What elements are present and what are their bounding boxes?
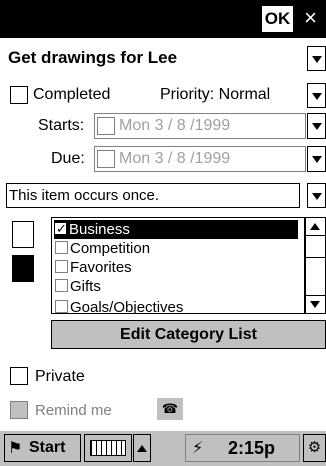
category-label: Goals/Objectives xyxy=(70,299,184,314)
connection-icon[interactable]: ⚡ xyxy=(192,438,203,458)
completed-checkbox[interactable] xyxy=(10,86,28,104)
clock[interactable]: 2:15p xyxy=(228,438,275,459)
due-label: Due: xyxy=(51,150,85,167)
category-item-goals[interactable]: Goals/Objectives xyxy=(55,298,184,314)
recurrence-value: This item occurs once. xyxy=(9,187,160,204)
remind-label: Remind me xyxy=(35,402,112,419)
completed-label: Completed xyxy=(33,86,111,103)
starts-enable-checkbox[interactable] xyxy=(97,117,115,135)
category-label: Business xyxy=(69,221,130,238)
edit-category-list-button[interactable]: Edit Category List xyxy=(51,320,326,349)
due-dropdown-button[interactable] xyxy=(307,146,326,172)
ok-button[interactable]: OK xyxy=(262,6,293,32)
category-list[interactable]: Business Competition Favorites Gifts Goa… xyxy=(51,217,305,314)
keyboard-icon xyxy=(90,440,126,456)
input-menu-arrow-icon[interactable] xyxy=(133,434,151,462)
recurrence-dropdown-button[interactable] xyxy=(307,183,326,208)
starts-dropdown-button[interactable] xyxy=(307,113,326,139)
category-checkbox[interactable] xyxy=(55,300,68,313)
category-item-favorites[interactable]: Favorites xyxy=(55,258,132,277)
category-checkbox[interactable] xyxy=(55,279,68,292)
close-button[interactable]: × xyxy=(296,6,325,32)
scroll-down-icon[interactable] xyxy=(306,295,325,313)
category-item-business[interactable]: Business xyxy=(54,219,298,239)
priority-dropdown-button[interactable] xyxy=(307,83,326,108)
private-label: Private xyxy=(35,368,85,385)
private-checkbox[interactable] xyxy=(10,367,28,385)
subject-dropdown-button[interactable] xyxy=(307,46,326,71)
category-checkbox[interactable] xyxy=(55,260,68,273)
starts-label: Starts: xyxy=(38,117,85,134)
category-checkbox-checked[interactable] xyxy=(54,219,67,238)
category-label: Favorites xyxy=(70,259,132,276)
subject-field[interactable]: Get drawings for Lee xyxy=(8,48,177,68)
due-enable-checkbox[interactable] xyxy=(97,150,115,168)
category-tab-selected-icon[interactable] xyxy=(12,255,34,282)
scroll-up-icon[interactable] xyxy=(306,218,325,236)
priority-select[interactable]: Priority: Normal xyxy=(160,86,270,104)
scroll-thumb[interactable] xyxy=(306,236,325,258)
windows-flag-icon: ⚑ xyxy=(8,440,23,457)
due-date-field[interactable]: Mon 3 / 8 /1999 xyxy=(94,146,306,172)
due-date-value: Mon 3 / 8 /1999 xyxy=(119,150,231,167)
starts-date-field[interactable]: Mon 3 / 8 /1999 xyxy=(94,113,306,139)
alarm-bell-icon[interactable]: ☎ xyxy=(157,398,183,420)
desktop-icon[interactable]: ⚙ xyxy=(303,434,326,462)
remind-checkbox xyxy=(10,401,28,419)
category-item-competition[interactable]: Competition xyxy=(55,239,150,258)
starts-date-value: Mon 3 / 8 /1999 xyxy=(119,117,231,134)
category-label: Competition xyxy=(70,240,151,257)
category-tab-icon[interactable] xyxy=(12,221,34,248)
window-title: Task xyxy=(7,8,47,28)
category-checkbox[interactable] xyxy=(55,241,68,254)
category-label: Gifts xyxy=(70,278,101,295)
category-item-gifts[interactable]: Gifts xyxy=(55,277,101,296)
